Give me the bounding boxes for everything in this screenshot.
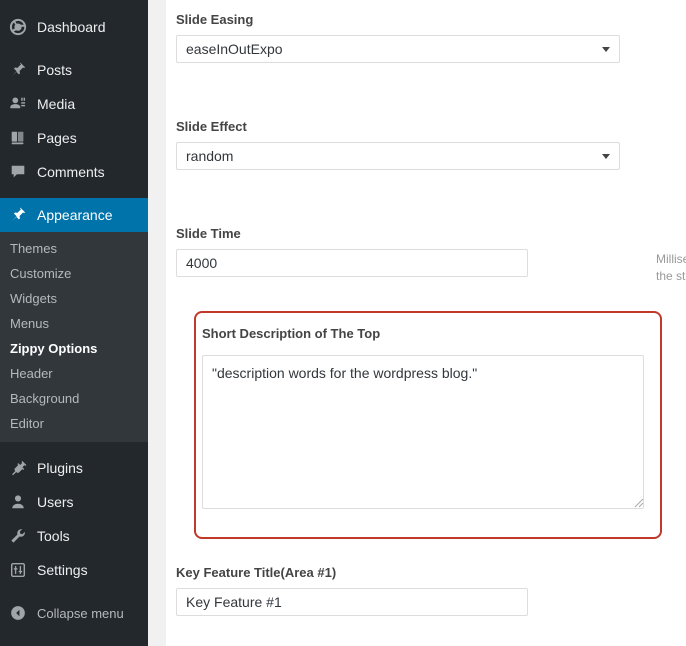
sidebar-item-label: Users: [37, 494, 74, 510]
slide-easing-value: easeInOutExpo: [186, 41, 283, 57]
sidebar-item-users[interactable]: Users: [0, 485, 148, 519]
sidebar-item-dashboard[interactable]: Dashboard: [0, 10, 148, 44]
sidebar-item-comments[interactable]: Comments: [0, 155, 148, 189]
field-slide-time: Slide Time: [176, 226, 528, 277]
collapse-menu-label: Collapse menu: [37, 605, 124, 621]
key-feature-title-input[interactable]: [176, 588, 528, 616]
sidebar-subitem-customize[interactable]: Customize: [0, 261, 148, 286]
pushpin-icon: [8, 60, 28, 80]
appearance-submenu: Themes Customize Widgets Menus Zippy Opt…: [0, 232, 148, 442]
field-key-feature-title: Key Feature Title(Area #1): [176, 565, 528, 616]
sidebar-item-label: Plugins: [37, 460, 83, 476]
short-description-label: Short Description of The Top: [202, 326, 381, 341]
sidebar-subitem-menus[interactable]: Menus: [0, 311, 148, 336]
sidebar-subitem-background[interactable]: Background: [0, 386, 148, 411]
sidebar-item-media[interactable]: Media: [0, 87, 148, 121]
sidebar-divider: [0, 587, 148, 596]
short-description-highlight-box: Short Description of The Top: [194, 311, 662, 539]
chevron-down-icon: [602, 154, 610, 159]
wrench-icon: [8, 526, 28, 546]
admin-content-area: Slide Easing easeInOutExpo Slide Effect …: [148, 0, 686, 646]
sidebar-item-appearance[interactable]: Appearance: [0, 198, 148, 232]
key-feature-title-label: Key Feature Title(Area #1): [176, 565, 337, 580]
sidebar-subitem-widgets[interactable]: Widgets: [0, 286, 148, 311]
chevron-down-icon: [602, 47, 610, 52]
field-slide-easing: Slide Easing easeInOutExpo: [176, 12, 620, 63]
collapse-menu-button[interactable]: Collapse menu: [0, 596, 148, 630]
sidebar-subitem-themes[interactable]: Themes: [0, 236, 148, 261]
slide-effect-value: random: [186, 148, 234, 164]
slide-easing-label: Slide Easing: [176, 12, 254, 27]
sidebar-subitem-zippy-options[interactable]: Zippy Options: [0, 336, 148, 361]
slide-time-label: Slide Time: [176, 226, 241, 241]
slide-effect-select[interactable]: random: [176, 142, 620, 170]
zippy-options-form-panel: Slide Easing easeInOutExpo Slide Effect …: [166, 0, 686, 646]
sidebar-subitem-header[interactable]: Header: [0, 361, 148, 386]
sidebar-divider: [0, 442, 148, 451]
sidebar-item-label: Dashboard: [37, 19, 106, 35]
slide-time-input[interactable]: [176, 249, 528, 277]
appearance-brush-icon: [8, 205, 28, 225]
slide-time-help-line-2: the start: [656, 269, 686, 283]
field-slide-effect: Slide Effect random: [176, 119, 620, 170]
sidebar-item-posts[interactable]: Posts: [0, 53, 148, 87]
slide-effect-label: Slide Effect: [176, 119, 247, 134]
admin-sidebar: Dashboard Posts Media Pages Comments App…: [0, 0, 148, 646]
short-description-textarea[interactable]: [202, 355, 644, 509]
slide-time-help-line-1: Milliseco: [656, 252, 686, 266]
sidebar-subitem-editor[interactable]: Editor: [0, 411, 148, 436]
collapse-arrow-icon: [8, 603, 28, 623]
user-icon: [8, 492, 28, 512]
comments-icon: [8, 162, 28, 182]
plugin-icon: [8, 458, 28, 478]
sidebar-item-pages[interactable]: Pages: [0, 121, 148, 155]
sidebar-item-label: Settings: [37, 562, 88, 578]
dashboard-icon: [8, 17, 28, 37]
sidebar-divider: [0, 189, 148, 198]
sidebar-divider: [0, 44, 148, 53]
settings-sliders-icon: [8, 560, 28, 580]
sidebar-item-label: Tools: [37, 528, 70, 544]
sidebar-item-label: Media: [37, 96, 76, 112]
media-icon: [8, 94, 28, 114]
sidebar-item-label: Appearance: [37, 207, 113, 223]
sidebar-item-label: Pages: [37, 130, 77, 146]
pages-icon: [8, 128, 28, 148]
sidebar-item-label: Comments: [37, 164, 105, 180]
sidebar-item-tools[interactable]: Tools: [0, 519, 148, 553]
wordpress-admin-screen: Dashboard Posts Media Pages Comments App…: [0, 0, 686, 646]
slide-time-help-text: Milliseco the start: [656, 251, 686, 285]
sidebar-item-plugins[interactable]: Plugins: [0, 451, 148, 485]
sidebar-item-label: Posts: [37, 62, 73, 78]
slide-easing-select[interactable]: easeInOutExpo: [176, 35, 620, 63]
sidebar-item-settings[interactable]: Settings: [0, 553, 148, 587]
